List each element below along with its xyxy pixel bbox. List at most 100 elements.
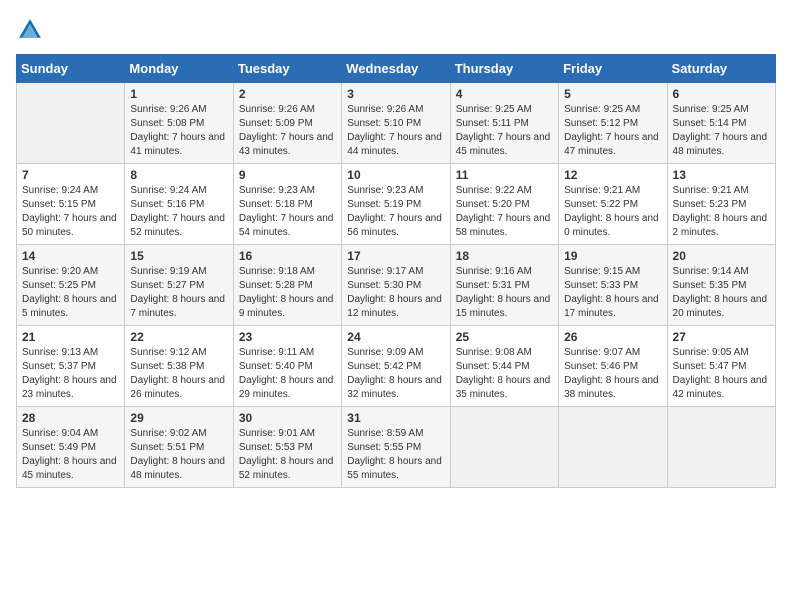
- calendar-cell: 9 Sunrise: 9:23 AM Sunset: 5:18 PM Dayli…: [233, 164, 341, 245]
- sunrise-text: Sunrise: 9:08 AM: [456, 347, 532, 358]
- sunset-text: Sunset: 5:12 PM: [564, 118, 638, 129]
- sunset-text: Sunset: 5:14 PM: [673, 118, 747, 129]
- daylight-text: Daylight: 8 hours and 15 minutes.: [456, 294, 551, 319]
- daylight-text: Daylight: 8 hours and 5 minutes.: [22, 294, 117, 319]
- calendar-cell: 24 Sunrise: 9:09 AM Sunset: 5:42 PM Dayl…: [342, 326, 450, 407]
- sunrise-text: Sunrise: 9:13 AM: [22, 347, 98, 358]
- calendar-cell: 19 Sunrise: 9:15 AM Sunset: 5:33 PM Dayl…: [559, 245, 667, 326]
- day-info: Sunrise: 9:16 AM Sunset: 5:31 PM Dayligh…: [456, 265, 553, 321]
- sunset-text: Sunset: 5:47 PM: [673, 361, 747, 372]
- day-info: Sunrise: 9:21 AM Sunset: 5:22 PM Dayligh…: [564, 184, 661, 240]
- calendar-cell: 14 Sunrise: 9:20 AM Sunset: 5:25 PM Dayl…: [17, 245, 125, 326]
- daylight-text: Daylight: 8 hours and 42 minutes.: [673, 375, 768, 400]
- daylight-text: Daylight: 8 hours and 12 minutes.: [347, 294, 442, 319]
- calendar-cell: [667, 407, 775, 488]
- day-number: 14: [22, 249, 119, 263]
- day-info: Sunrise: 9:20 AM Sunset: 5:25 PM Dayligh…: [22, 265, 119, 321]
- sunrise-text: Sunrise: 9:24 AM: [22, 185, 98, 196]
- calendar-table: SundayMondayTuesdayWednesdayThursdayFrid…: [16, 54, 776, 488]
- calendar-cell: 30 Sunrise: 9:01 AM Sunset: 5:53 PM Dayl…: [233, 407, 341, 488]
- daylight-text: Daylight: 7 hours and 54 minutes.: [239, 213, 334, 238]
- day-number: 4: [456, 87, 553, 101]
- daylight-text: Daylight: 8 hours and 20 minutes.: [673, 294, 768, 319]
- day-info: Sunrise: 8:59 AM Sunset: 5:55 PM Dayligh…: [347, 427, 444, 483]
- day-info: Sunrise: 9:05 AM Sunset: 5:47 PM Dayligh…: [673, 346, 770, 402]
- daylight-text: Daylight: 8 hours and 26 minutes.: [130, 375, 225, 400]
- sunrise-text: Sunrise: 9:09 AM: [347, 347, 423, 358]
- sunset-text: Sunset: 5:51 PM: [130, 442, 204, 453]
- sunrise-text: Sunrise: 9:22 AM: [456, 185, 532, 196]
- sunset-text: Sunset: 5:08 PM: [130, 118, 204, 129]
- sunset-text: Sunset: 5:40 PM: [239, 361, 313, 372]
- sunset-text: Sunset: 5:25 PM: [22, 280, 96, 291]
- daylight-text: Daylight: 8 hours and 9 minutes.: [239, 294, 334, 319]
- sunrise-text: Sunrise: 9:20 AM: [22, 266, 98, 277]
- day-info: Sunrise: 9:02 AM Sunset: 5:51 PM Dayligh…: [130, 427, 227, 483]
- sunset-text: Sunset: 5:49 PM: [22, 442, 96, 453]
- calendar-cell: 17 Sunrise: 9:17 AM Sunset: 5:30 PM Dayl…: [342, 245, 450, 326]
- sunset-text: Sunset: 5:09 PM: [239, 118, 313, 129]
- day-number: 27: [673, 330, 770, 344]
- sunrise-text: Sunrise: 9:25 AM: [456, 104, 532, 115]
- weekday-header-row: SundayMondayTuesdayWednesdayThursdayFrid…: [17, 55, 776, 83]
- sunrise-text: Sunrise: 9:25 AM: [564, 104, 640, 115]
- daylight-text: Daylight: 8 hours and 29 minutes.: [239, 375, 334, 400]
- sunrise-text: Sunrise: 9:25 AM: [673, 104, 749, 115]
- day-info: Sunrise: 9:09 AM Sunset: 5:42 PM Dayligh…: [347, 346, 444, 402]
- daylight-text: Daylight: 8 hours and 17 minutes.: [564, 294, 659, 319]
- sunset-text: Sunset: 5:19 PM: [347, 199, 421, 210]
- sunset-text: Sunset: 5:46 PM: [564, 361, 638, 372]
- calendar-cell: 4 Sunrise: 9:25 AM Sunset: 5:11 PM Dayli…: [450, 83, 558, 164]
- day-number: 21: [22, 330, 119, 344]
- sunrise-text: Sunrise: 9:23 AM: [347, 185, 423, 196]
- sunrise-text: Sunrise: 9:21 AM: [564, 185, 640, 196]
- weekday-header-saturday: Saturday: [667, 55, 775, 83]
- daylight-text: Daylight: 8 hours and 7 minutes.: [130, 294, 225, 319]
- day-info: Sunrise: 9:25 AM Sunset: 5:14 PM Dayligh…: [673, 103, 770, 159]
- weekday-header-sunday: Sunday: [17, 55, 125, 83]
- sunset-text: Sunset: 5:11 PM: [456, 118, 529, 129]
- day-info: Sunrise: 9:17 AM Sunset: 5:30 PM Dayligh…: [347, 265, 444, 321]
- day-number: 8: [130, 168, 227, 182]
- calendar-cell: 23 Sunrise: 9:11 AM Sunset: 5:40 PM Dayl…: [233, 326, 341, 407]
- day-number: 17: [347, 249, 444, 263]
- calendar-cell: [559, 407, 667, 488]
- sunrise-text: Sunrise: 8:59 AM: [347, 428, 423, 439]
- calendar-cell: 15 Sunrise: 9:19 AM Sunset: 5:27 PM Dayl…: [125, 245, 233, 326]
- sunrise-text: Sunrise: 9:15 AM: [564, 266, 640, 277]
- weekday-header-monday: Monday: [125, 55, 233, 83]
- calendar-week-row: 14 Sunrise: 9:20 AM Sunset: 5:25 PM Dayl…: [17, 245, 776, 326]
- daylight-text: Daylight: 7 hours and 48 minutes.: [673, 132, 768, 157]
- calendar-cell: 26 Sunrise: 9:07 AM Sunset: 5:46 PM Dayl…: [559, 326, 667, 407]
- daylight-text: Daylight: 8 hours and 0 minutes.: [564, 213, 659, 238]
- day-info: Sunrise: 9:11 AM Sunset: 5:40 PM Dayligh…: [239, 346, 336, 402]
- weekday-header-tuesday: Tuesday: [233, 55, 341, 83]
- day-number: 29: [130, 411, 227, 425]
- day-info: Sunrise: 9:04 AM Sunset: 5:49 PM Dayligh…: [22, 427, 119, 483]
- sunset-text: Sunset: 5:35 PM: [673, 280, 747, 291]
- daylight-text: Daylight: 7 hours and 41 minutes.: [130, 132, 225, 157]
- calendar-cell: 18 Sunrise: 9:16 AM Sunset: 5:31 PM Dayl…: [450, 245, 558, 326]
- calendar-cell: 25 Sunrise: 9:08 AM Sunset: 5:44 PM Dayl…: [450, 326, 558, 407]
- sunrise-text: Sunrise: 9:24 AM: [130, 185, 206, 196]
- sunrise-text: Sunrise: 9:21 AM: [673, 185, 749, 196]
- sunrise-text: Sunrise: 9:05 AM: [673, 347, 749, 358]
- sunset-text: Sunset: 5:37 PM: [22, 361, 96, 372]
- sunrise-text: Sunrise: 9:01 AM: [239, 428, 315, 439]
- sunrise-text: Sunrise: 9:07 AM: [564, 347, 640, 358]
- calendar-cell: 13 Sunrise: 9:21 AM Sunset: 5:23 PM Dayl…: [667, 164, 775, 245]
- sunrise-text: Sunrise: 9:04 AM: [22, 428, 98, 439]
- day-number: 30: [239, 411, 336, 425]
- calendar-cell: 31 Sunrise: 8:59 AM Sunset: 5:55 PM Dayl…: [342, 407, 450, 488]
- day-info: Sunrise: 9:01 AM Sunset: 5:53 PM Dayligh…: [239, 427, 336, 483]
- sunset-text: Sunset: 5:23 PM: [673, 199, 747, 210]
- day-number: 16: [239, 249, 336, 263]
- sunset-text: Sunset: 5:27 PM: [130, 280, 204, 291]
- sunrise-text: Sunrise: 9:14 AM: [673, 266, 749, 277]
- daylight-text: Daylight: 7 hours and 50 minutes.: [22, 213, 117, 238]
- calendar-cell: 21 Sunrise: 9:13 AM Sunset: 5:37 PM Dayl…: [17, 326, 125, 407]
- calendar-cell: 5 Sunrise: 9:25 AM Sunset: 5:12 PM Dayli…: [559, 83, 667, 164]
- calendar-week-row: 1 Sunrise: 9:26 AM Sunset: 5:08 PM Dayli…: [17, 83, 776, 164]
- day-info: Sunrise: 9:25 AM Sunset: 5:12 PM Dayligh…: [564, 103, 661, 159]
- calendar-cell: [450, 407, 558, 488]
